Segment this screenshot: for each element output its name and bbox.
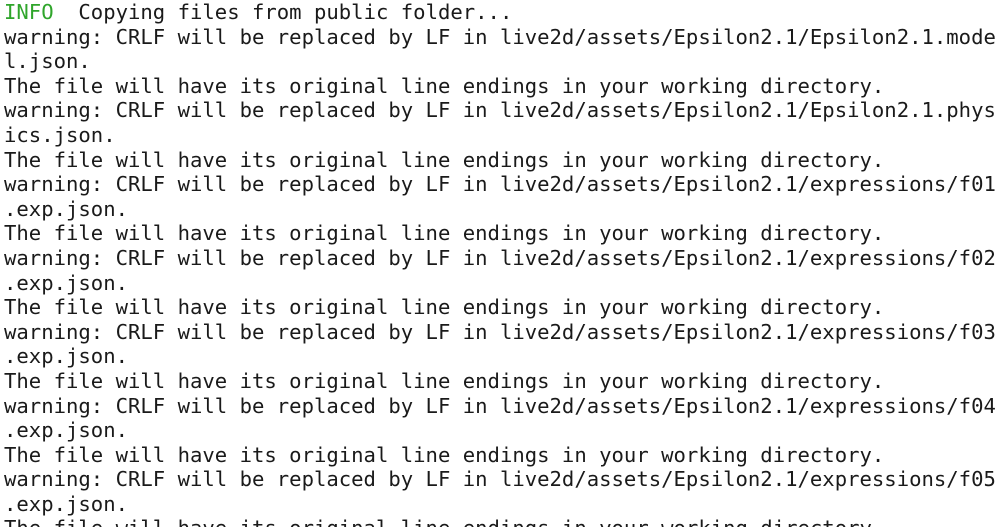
log-line: The file will have its original line end… bbox=[4, 368, 885, 393]
log-line: .exp.json. bbox=[4, 196, 128, 221]
log-line: warning: CRLF will be replaced by LF in … bbox=[4, 24, 996, 49]
log-line: .exp.json. bbox=[4, 418, 128, 443]
terminal-output[interactable]: INFO Copying files from public folder...… bbox=[0, 0, 1000, 527]
log-line: The file will have its original line end… bbox=[4, 221, 885, 246]
info-log-line: INFO Copying files from public folder... bbox=[4, 0, 1000, 25]
info-message: Copying files from public folder... bbox=[53, 0, 513, 24]
info-tag: INFO bbox=[4, 0, 54, 24]
log-line: The file will have its original line end… bbox=[4, 73, 885, 98]
log-line: The file will have its original line end… bbox=[4, 295, 885, 320]
log-line: The file will have its original line end… bbox=[4, 147, 885, 172]
log-line: The file will have its original line end… bbox=[4, 516, 1000, 527]
log-line: warning: CRLF will be replaced by LF in … bbox=[4, 319, 996, 344]
log-line: ics.json. bbox=[4, 122, 116, 147]
log-line: .exp.json. bbox=[4, 270, 128, 295]
log-line: l.json. bbox=[4, 49, 91, 74]
log-line: warning: CRLF will be replaced by LF in … bbox=[4, 467, 996, 492]
log-line: .exp.json. bbox=[4, 344, 128, 369]
log-line: The file will have its original line end… bbox=[4, 442, 885, 467]
log-line: warning: CRLF will be replaced by LF in … bbox=[4, 245, 996, 270]
log-line: warning: CRLF will be replaced by LF in … bbox=[4, 393, 996, 418]
log-line: warning: CRLF will be replaced by LF in … bbox=[4, 98, 996, 123]
log-line: .exp.json. bbox=[4, 491, 128, 516]
log-line: warning: CRLF will be replaced by LF in … bbox=[4, 172, 996, 197]
